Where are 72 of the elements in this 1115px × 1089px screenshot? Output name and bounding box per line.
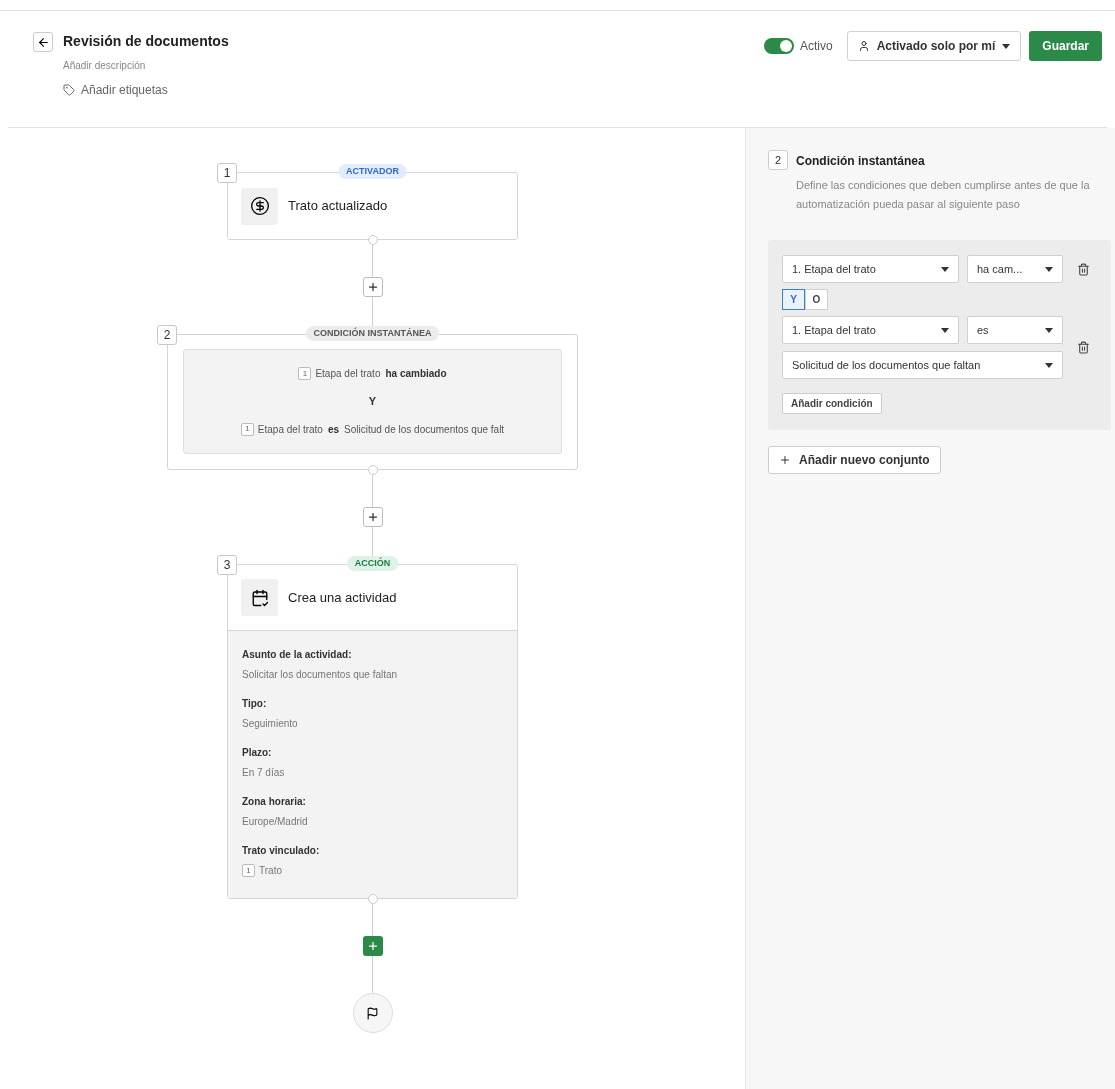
select-field[interactable]: ha cam...: [967, 255, 1063, 283]
tag-icon: [63, 84, 75, 96]
logic-toggle[interactable]: Y: [782, 289, 805, 310]
condition-operator: es: [327, 422, 340, 437]
reference-tag: 1: [240, 422, 254, 436]
detail-label: Trato vinculado:: [242, 844, 321, 858]
add-set-button[interactable]: Añadir nuevo conjunto: [768, 446, 941, 474]
detail-label: Zona horaria:: [242, 795, 307, 809]
connector-line: [372, 956, 373, 993]
connector-line: [372, 904, 373, 936]
step-number: 3: [217, 555, 237, 575]
step-title: Trato actualizado: [288, 197, 388, 216]
condition-value: Solicitud de los documentos que falt: [344, 422, 505, 437]
caret-icon: [941, 266, 949, 272]
toggle-label: Activo: [799, 38, 833, 55]
page-title: Revisión de documentos: [63, 32, 229, 51]
panel-description: Define las condiciones que deben cumplirse antes de que la automatización pueda pasar al siguiente paso: [796, 178, 1091, 212]
detail-value: Solicitar los documentos que faltan: [242, 668, 398, 682]
person-icon: [857, 40, 870, 52]
flag-icon: [366, 1006, 379, 1020]
detail-value: Trato: [259, 864, 282, 878]
detail-label: Tipo:: [242, 697, 268, 711]
detail-label: Asunto de la actividad:: [242, 648, 353, 662]
logic-toggle[interactable]: O: [805, 289, 828, 310]
plus-icon: [366, 940, 379, 952]
dollar-icon: [249, 196, 270, 216]
select-field[interactable]: Solicitud de los documentos que faltan: [782, 351, 1063, 379]
select-field[interactable]: 1. Etapa del trato: [782, 255, 959, 283]
step-badge: CONDICIÓN INSTANTÁNEA: [305, 326, 440, 341]
caret-icon: [1002, 43, 1011, 49]
panel-title: Condición instantánea: [796, 153, 926, 170]
joiner-label: Y: [368, 394, 377, 410]
step-title: Crea una actividad: [288, 588, 397, 607]
delete-icon[interactable]: [1077, 262, 1090, 276]
add-step-button[interactable]: [362, 507, 383, 527]
add-step-button[interactable]: [362, 277, 383, 297]
visibility-dropdown[interactable]: Activado solo por mí: [846, 31, 1022, 61]
description-link[interactable]: Añadir descripción: [63, 58, 229, 73]
detail-label: Plazo:: [242, 746, 273, 760]
add-step-button[interactable]: [362, 936, 383, 956]
add-condition-button[interactable]: Añadir condición: [782, 393, 882, 414]
connector-line: [372, 245, 373, 277]
reference-tag: 1: [242, 864, 255, 877]
plus-icon: [366, 281, 379, 293]
save-button[interactable]: Guardar: [1029, 31, 1102, 61]
back-icon: [36, 35, 50, 49]
caret-icon: [1045, 327, 1053, 333]
step-badge: ACCIÓN: [346, 556, 399, 571]
active-toggle[interactable]: [763, 38, 794, 54]
plus-icon: [366, 511, 379, 523]
detail-value: Europe/Madrid: [242, 815, 308, 829]
condition-operator: ha cambiado: [385, 367, 447, 382]
detail-value: Seguimiento: [242, 717, 298, 731]
condition-field: Etapa del trato: [257, 421, 323, 437]
back-button[interactable]: [33, 32, 53, 52]
step-number: 2: [157, 325, 177, 345]
calendar-icon: [250, 588, 269, 607]
detail-value: En 7 días: [242, 766, 285, 780]
reference-tag: 1: [298, 367, 312, 381]
plus-icon: [779, 454, 791, 466]
step-number: 2: [768, 150, 788, 170]
caret-icon: [1045, 266, 1053, 272]
select-field[interactable]: es: [967, 316, 1063, 344]
add-tags-button[interactable]: Añadir etiquetas: [63, 81, 229, 99]
step-badge: ACTIVADOR: [338, 164, 407, 179]
condition-field: Etapa del trato: [315, 366, 381, 382]
connector-line: [372, 475, 373, 507]
select-field[interactable]: 1. Etapa del trato: [782, 316, 959, 344]
caret-icon: [1045, 362, 1053, 368]
delete-icon[interactable]: [1077, 341, 1090, 354]
step-number: 1: [217, 163, 237, 183]
caret-icon: [941, 327, 949, 333]
